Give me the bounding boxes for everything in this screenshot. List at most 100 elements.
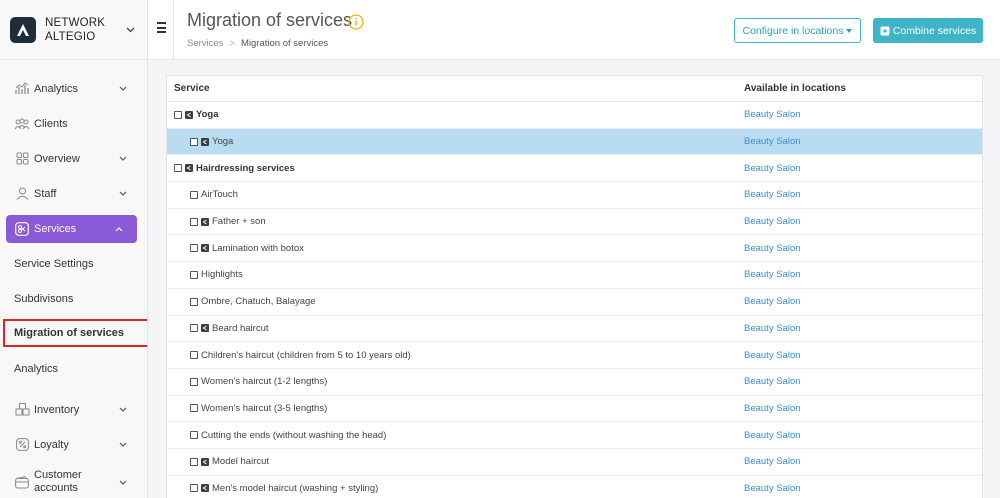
row-checkbox[interactable] <box>190 351 198 360</box>
location-link[interactable]: Beauty Salon <box>737 350 982 361</box>
brand-switcher[interactable]: NETWORK ALTEGIO <box>0 0 147 60</box>
shared-service-icon <box>201 217 209 226</box>
configure-in-locations-button[interactable]: Configure in locations <box>734 18 861 43</box>
chart-icon <box>14 81 30 97</box>
table-row[interactable]: Cutting the ends (without washing the he… <box>167 422 982 449</box>
row-checkbox[interactable] <box>190 137 198 146</box>
table-row[interactable]: Women's haircut (1-2 lengths) Beauty Salo… <box>167 369 982 396</box>
row-checkbox[interactable] <box>190 190 198 199</box>
row-checkbox[interactable] <box>190 217 198 226</box>
table-row[interactable]: Women's haircut (3-5 lengths) Beauty Salo… <box>167 396 982 423</box>
sidebar-item-overview[interactable]: Overview <box>0 141 147 176</box>
row-checkbox[interactable] <box>174 110 182 119</box>
table-row[interactable]: Yoga Beauty Salon <box>167 128 982 156</box>
sidebar-item-label: Loyalty <box>34 438 69 451</box>
sidebar-subitem-migration[interactable]: Migration of services <box>3 319 147 347</box>
people-icon <box>14 116 30 132</box>
service-cell: Cutting the ends (without washing the he… <box>167 430 737 441</box>
location-link[interactable]: Beauty Salon <box>737 376 982 387</box>
row-checkbox[interactable] <box>174 164 182 173</box>
row-checkbox[interactable] <box>190 457 198 466</box>
table-row[interactable]: Hairdressing services Beauty Salon <box>167 155 982 183</box>
service-name: Women's haircut (3-5 lengths) <box>201 402 328 414</box>
sidebar-subitem-service-settings[interactable]: Service Settings <box>0 246 147 281</box>
table-row[interactable]: Father + son Beauty Salon <box>167 209 982 236</box>
service-name: Hairdressing services <box>196 162 295 174</box>
location-link[interactable]: Beauty Salon <box>737 483 982 494</box>
row-checkbox[interactable] <box>190 377 198 386</box>
table-row[interactable]: Yoga Beauty Salon <box>167 102 982 129</box>
sidebar-item-services[interactable]: Services <box>6 215 137 243</box>
info-icon[interactable] <box>348 14 364 30</box>
scissors-icon <box>14 221 30 237</box>
table-row[interactable]: Children's haircut (children from 5 to 1… <box>167 342 982 369</box>
chevron-down-icon <box>117 83 129 95</box>
column-header-locations: Available in locations <box>744 83 846 94</box>
service-name: AirTouch <box>201 189 238 201</box>
location-link[interactable]: Beauty Salon <box>737 216 982 227</box>
breadcrumb-parent-link[interactable]: Services <box>187 38 223 49</box>
service-cell: Hairdressing services <box>167 163 737 174</box>
service-cell: Lamination with botox <box>167 243 737 254</box>
sidebar-item-analytics[interactable]: Analytics <box>0 71 147 106</box>
sidebar-nav: Analytics Clients Overview Staff Service… <box>0 60 147 498</box>
row-checkbox[interactable] <box>190 244 198 253</box>
shared-service-icon <box>201 137 209 146</box>
service-cell: Beard haircut <box>167 323 737 334</box>
combine-services-button[interactable]: Combine services <box>873 18 983 43</box>
grid-icon <box>14 151 30 167</box>
table-row[interactable]: Lamination with botox Beauty Salon <box>167 235 982 263</box>
row-checkbox[interactable] <box>190 484 198 493</box>
sidebar-subitem-subdivisons[interactable]: Subdivisons <box>0 281 147 316</box>
sidebar-item-label: Services <box>34 223 77 235</box>
breadcrumb-current: Migration of services <box>241 38 329 49</box>
location-link[interactable]: Beauty Salon <box>737 323 982 334</box>
row-checkbox[interactable] <box>190 324 198 333</box>
column-header-service: Service <box>174 83 210 94</box>
chevron-down-icon <box>117 476 129 488</box>
brand-line1: NETWORK <box>45 16 106 29</box>
service-name: Ombre, Chatuch, Balayage <box>201 296 316 308</box>
service-name: Father + son <box>212 216 266 228</box>
table-row[interactable]: Model haircut Beauty Salon <box>167 449 982 476</box>
location-link[interactable]: Beauty Salon <box>737 296 982 307</box>
service-cell: Men's model haircut (washing + styling) <box>167 483 737 494</box>
sidebar-item-clients[interactable]: Clients <box>0 106 147 141</box>
combine-icon <box>880 26 890 35</box>
table-row[interactable]: Highlights Beauty Salon <box>167 262 982 289</box>
sidebar-item-customer-accounts[interactable]: Customer accounts <box>0 462 147 498</box>
row-checkbox[interactable] <box>190 297 198 306</box>
brand-name: NETWORK ALTEGIO <box>45 16 123 44</box>
person-icon <box>14 186 30 202</box>
combine-button-label: Combine services <box>892 24 977 37</box>
location-link[interactable]: Beauty Salon <box>737 456 982 467</box>
row-checkbox[interactable] <box>190 431 198 440</box>
sidebar-item-inventory[interactable]: Inventory <box>0 392 147 427</box>
location-link[interactable]: Beauty Salon <box>737 163 982 174</box>
service-name: Cutting the ends (without washing the he… <box>201 429 387 441</box>
row-checkbox[interactable] <box>190 404 198 413</box>
table-row[interactable]: AirTouch Beauty Salon <box>167 182 982 209</box>
menu-icon[interactable] <box>157 22 166 33</box>
table-row[interactable]: Ombre, Chatuch, Balayage Beauty Salon <box>167 289 982 316</box>
location-link[interactable]: Beauty Salon <box>737 403 982 414</box>
service-cell: Highlights <box>167 269 737 280</box>
sidebar-item-label: Overview <box>34 152 80 165</box>
row-checkbox[interactable] <box>190 270 198 279</box>
sidebar-item-staff[interactable]: Staff <box>0 176 147 211</box>
location-link[interactable]: Beauty Salon <box>737 109 982 120</box>
sidebar-item-loyalty[interactable]: Loyalty <box>0 427 147 462</box>
chevron-down-icon[interactable] <box>123 23 137 37</box>
location-link[interactable]: Beauty Salon <box>737 430 982 441</box>
service-cell: Women's haircut (3-5 lengths) <box>167 403 737 414</box>
table-row[interactable]: Men's model haircut (washing + styling) B… <box>167 476 982 498</box>
table-header: Service Available in locations <box>167 76 982 102</box>
table-row[interactable]: Beard haircut Beauty Salon <box>167 316 982 343</box>
location-link[interactable]: Beauty Salon <box>737 189 982 200</box>
location-link[interactable]: Beauty Salon <box>737 136 982 147</box>
location-link[interactable]: Beauty Salon <box>737 269 982 280</box>
location-link[interactable]: Beauty Salon <box>737 243 982 254</box>
sidebar-subitem-analytics[interactable]: Analytics <box>0 351 147 386</box>
shared-service-icon <box>201 244 209 253</box>
service-name: Children's haircut (children from 5 to 1… <box>201 349 411 361</box>
